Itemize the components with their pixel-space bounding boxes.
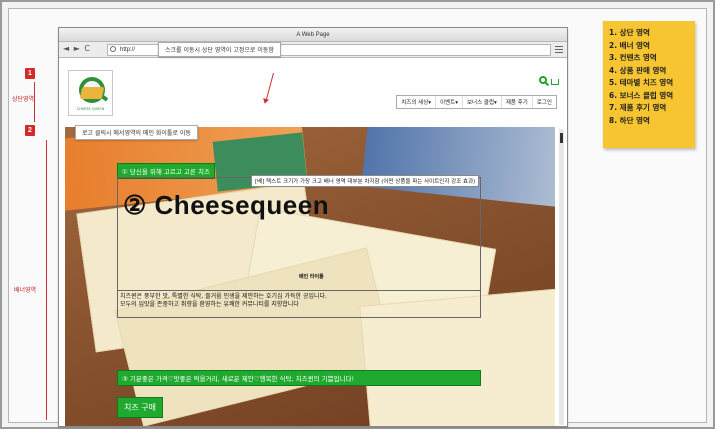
scroll-tooltip: 스크롤 이동시 상단 영역이 고정으로 이동함 <box>158 42 281 57</box>
banner-scrollbar[interactable] <box>559 129 564 425</box>
header-area-label: 상단영역 <box>12 96 35 103</box>
header-area-brace <box>34 82 35 122</box>
header-icons <box>538 76 559 87</box>
sticky-item: 8. 하단 영역 <box>609 115 650 125</box>
scroll-arrow-icon <box>265 72 274 103</box>
global-nav: 치즈의 세상▾ 이벤트▾ 보너스 클럽▾ 제품 후기 로그인 <box>396 95 557 109</box>
buy-cheese-button[interactable]: 치즈 구매 <box>117 397 163 418</box>
banner-area-brace <box>46 140 47 420</box>
banner-area-label: 배너영역 <box>14 287 37 294</box>
nav-buttons[interactable]: ◄ ► C <box>63 44 91 53</box>
browser-window: A Web Page ◄ ► C http:// CHEESE QUEEN 치즈… <box>58 27 568 427</box>
logo-text: CHEESE QUEEN <box>76 107 105 111</box>
description-line-2: 모두의 입맛을 존중하고 취향을 환영하는 유쾌한 커뮤니티를 지향합니다 <box>120 301 299 308</box>
nav-item-reviews[interactable]: 제품 후기 <box>502 96 533 108</box>
menu-icon[interactable] <box>555 46 563 53</box>
sticky-item: 6. 보너스 클럽 영역 <box>609 90 674 100</box>
cart-icon[interactable] <box>551 79 559 85</box>
size-note: [배] 텍스트 크기가 가장 크고 배너 영역 대부분 차지함 (어떤 상품을 … <box>251 175 480 187</box>
annotation-badge-2: 2 <box>25 125 35 136</box>
nav-item-login[interactable]: 로그인 <box>533 96 556 108</box>
browser-title: A Web Page <box>59 28 567 42</box>
banner-big-title: ② Cheesequeen <box>123 190 330 220</box>
logo-cheese-icon <box>79 87 105 99</box>
sticky-item: 7. 제품 후기 영역 <box>609 103 667 112</box>
sticky-note: 1. 상단 영역 2. 배너 영역 3. 컨텐츠 영역 4. 상품 판매 영역 … <box>603 21 695 148</box>
sticky-item: 5. 테마별 치즈 영역 <box>609 78 674 87</box>
description-line-1: 치즈퀸은 풍부한 맛, 특별한 식탁, 즐거움 인생을 제안하는 호기심 가득한… <box>120 293 327 300</box>
banner-area: ① 당신을 위해 고르고 고른 치즈 [배] 텍스트 크기가 가장 크고 배너 … <box>65 127 555 426</box>
nav-item-event[interactable]: 이벤트▾ <box>436 96 463 108</box>
scrollbar-thumb[interactable] <box>560 133 563 143</box>
nav-item-cheese-world[interactable]: 치즈의 세상▾ <box>397 96 437 108</box>
main-image-caption: 배인 타이틀 <box>299 274 324 280</box>
address-bar: ◄ ► C http:// <box>59 42 567 58</box>
logo-tooltip: 로고 클릭시 메서영역의 메인 화이툴로 이동 <box>75 125 198 140</box>
annotation-badge-1: 1 <box>25 68 35 79</box>
site-logo[interactable]: CHEESE QUEEN <box>68 70 113 116</box>
bottom-slogan: ③ 기분좋은 가격♡맛좋은 먹을거리, 새로운 제안♡행복한 식탁, 치즈퀸의 … <box>117 370 481 386</box>
sticky-item: 3. 컨텐츠 영역 <box>609 53 657 62</box>
sticky-item: 2. 배너 영역 <box>609 40 650 50</box>
sticky-item: 4. 상품 판매 영역 <box>609 65 667 75</box>
search-icon[interactable] <box>538 76 547 84</box>
nav-item-bonus-club[interactable]: 보너스 클럽▾ <box>463 96 502 108</box>
search-icon <box>110 46 116 52</box>
sticky-item: 1. 상단 영역 <box>609 28 650 37</box>
